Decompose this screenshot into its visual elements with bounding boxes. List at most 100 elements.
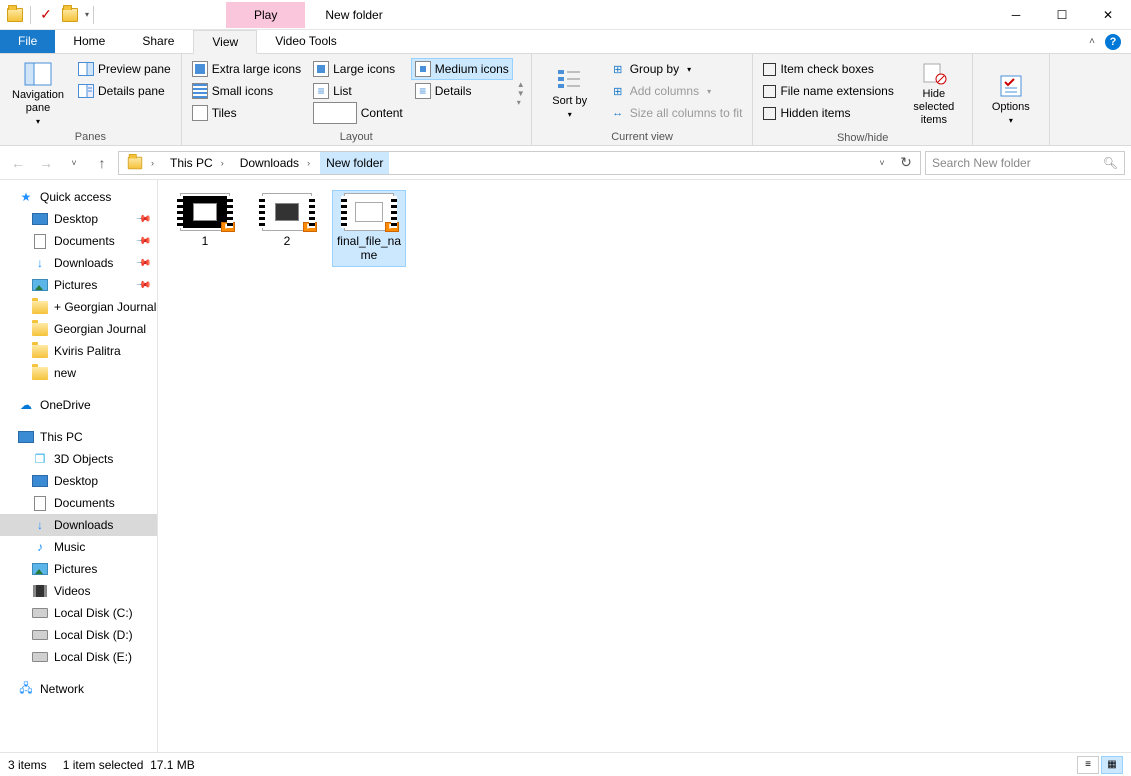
group-by-button[interactable]: ⊞Group by▾ (606, 58, 747, 80)
tree-local-disk-d[interactable]: Local Disk (D:) (0, 624, 157, 646)
tree-documents[interactable]: Documents📌 (0, 230, 157, 252)
tree-network[interactable]: 🖧Network (0, 678, 157, 700)
layout-medium-icons[interactable]: Medium icons (411, 58, 513, 80)
file-label: 2 (284, 234, 291, 248)
qat-dropdown-icon[interactable]: ▾ (85, 10, 89, 19)
back-button[interactable]: ← (6, 151, 30, 175)
tree-local-disk-e[interactable]: Local Disk (E:) (0, 646, 157, 668)
tree-this-pc[interactable]: This PC (0, 426, 157, 448)
layout-list[interactable]: List (309, 80, 407, 102)
layout-tiles[interactable]: Tiles (188, 102, 305, 124)
tree-local-disk-c[interactable]: Local Disk (C:) (0, 602, 157, 624)
ribbon-group-layout: Extra large icons Small icons Tiles Larg… (182, 54, 532, 145)
tree-quick-access[interactable]: ★Quick access (0, 186, 157, 208)
context-tab-play[interactable]: Play (226, 2, 305, 28)
tree-desktop-pc[interactable]: Desktop (0, 470, 157, 492)
tree-georgian-journal-plus[interactable]: + Georgian Journal (0, 296, 157, 318)
layout-small-icons[interactable]: Small icons (188, 80, 305, 102)
tree-music[interactable]: ♪Music (0, 536, 157, 558)
breadcrumb-new-folder[interactable]: New folder (320, 152, 389, 174)
file-item-final[interactable]: ▶ final_file_name (332, 190, 406, 267)
ribbon-group-show-hide: Item check boxes File name extensions Hi… (753, 54, 972, 145)
qat-properties-icon[interactable]: ✓ (35, 4, 57, 26)
view-details-toggle[interactable]: ≡ (1077, 756, 1099, 774)
navigation-pane-label: Navigation pane (8, 89, 68, 115)
tree-documents-pc[interactable]: Documents (0, 492, 157, 514)
ribbon-group-current-view: Sort by▾ ⊞Group by▾ ⊞Add columns▾ ↔Size … (532, 54, 754, 145)
layout-group-label: Layout (188, 129, 525, 143)
view-icons-toggle[interactable]: ▦ (1101, 756, 1123, 774)
search-input[interactable]: Search New folder 🔍︎ (925, 151, 1125, 175)
layout-more-icon[interactable]: ▾ (517, 98, 525, 107)
window-title: New folder (325, 8, 382, 22)
breadcrumb-root[interactable]: › (121, 152, 164, 174)
video-thumbnail-icon: ▶ (263, 194, 311, 230)
pin-icon: 📌 (134, 255, 151, 272)
current-view-group-label: Current view (538, 129, 747, 143)
tree-videos[interactable]: Videos (0, 580, 157, 602)
tree-georgian-journal[interactable]: Georgian Journal (0, 318, 157, 340)
maximize-button[interactable]: ☐ (1039, 0, 1085, 30)
tree-onedrive[interactable]: ☁OneDrive (0, 394, 157, 416)
help-icon[interactable]: ? (1105, 34, 1121, 50)
preview-pane-button[interactable]: Preview pane (74, 58, 175, 80)
up-button[interactable]: ↑ (90, 151, 114, 175)
hidden-items-toggle[interactable]: Hidden items (759, 102, 897, 124)
body: ★Quick access Desktop📌 Documents📌 ↓Downl… (0, 180, 1131, 752)
file-item-1[interactable]: ▶ 1 (168, 190, 242, 267)
status-item-count: 3 items (8, 758, 47, 772)
size-columns-button[interactable]: ↔Size all columns to fit (606, 102, 747, 124)
recent-locations-icon[interactable]: ˅ (62, 151, 86, 175)
ribbon-group-options: Options▾ (973, 54, 1050, 145)
tree-desktop[interactable]: Desktop📌 (0, 208, 157, 230)
app-icon[interactable] (4, 4, 26, 26)
qat-new-folder-icon[interactable] (59, 4, 81, 26)
tab-view[interactable]: View (193, 30, 257, 54)
tree-downloads-qa[interactable]: ↓Downloads📌 (0, 252, 157, 274)
video-thumbnail-icon: ▶ (345, 194, 393, 230)
refresh-icon[interactable]: ↻ (894, 151, 918, 175)
breadcrumb-this-pc[interactable]: This PC› (164, 152, 234, 174)
tab-file[interactable]: File (0, 30, 55, 53)
hide-selected-items-button[interactable]: Hide selected items (902, 58, 966, 130)
tree-pictures-pc[interactable]: Pictures (0, 558, 157, 580)
tree-new[interactable]: new (0, 362, 157, 384)
layout-scroll-up-icon[interactable]: ▲ (517, 80, 525, 89)
minimize-button[interactable]: ─ (993, 0, 1039, 30)
forward-button[interactable]: → (34, 151, 58, 175)
address-history-icon[interactable]: ˅ (870, 151, 894, 175)
details-pane-button[interactable]: Details pane (74, 80, 175, 102)
file-item-2[interactable]: ▶ 2 (250, 190, 324, 267)
file-name-extensions-toggle[interactable]: File name extensions (759, 80, 897, 102)
ribbon: Navigation pane▾ Preview pane Details pa… (0, 54, 1131, 146)
status-bar: 3 items 1 item selected 17.1 MB ≡ ▦ (0, 752, 1131, 776)
tree-pictures[interactable]: Pictures📌 (0, 274, 157, 296)
video-thumbnail-icon: ▶ (181, 194, 229, 230)
layout-content[interactable]: Content (309, 102, 407, 124)
breadcrumb-downloads[interactable]: Downloads› (234, 152, 320, 174)
add-columns-button[interactable]: ⊞Add columns▾ (606, 80, 747, 102)
navigation-tree[interactable]: ★Quick access Desktop📌 Documents📌 ↓Downl… (0, 180, 158, 752)
layout-scroll-down-icon[interactable]: ▼ (517, 89, 525, 98)
tree-3d-objects[interactable]: ❒3D Objects (0, 448, 157, 470)
item-check-boxes-toggle[interactable]: Item check boxes (759, 58, 897, 80)
file-list[interactable]: ▶ 1 ▶ 2 ▶ final_file_name (158, 180, 1131, 752)
layout-details[interactable]: Details (411, 80, 513, 102)
close-button[interactable]: ✕ (1085, 0, 1131, 30)
tab-video-tools[interactable]: Video Tools (257, 30, 356, 53)
search-placeholder: Search New folder (932, 156, 1031, 170)
sort-by-button[interactable]: Sort by▾ (538, 58, 602, 129)
navigation-pane-button[interactable]: Navigation pane▾ (6, 58, 70, 129)
options-button[interactable]: Options▾ (979, 58, 1043, 141)
navigation-bar: ← → ˅ ↑ › This PC› Downloads› New folder… (0, 146, 1131, 180)
tree-downloads-pc[interactable]: ↓Downloads (0, 514, 157, 536)
pin-icon: 📌 (134, 233, 151, 250)
ribbon-group-panes: Navigation pane▾ Preview pane Details pa… (0, 54, 182, 145)
layout-large-icons[interactable]: Large icons (309, 58, 407, 80)
layout-extra-large-icons[interactable]: Extra large icons (188, 58, 305, 80)
address-bar[interactable]: › This PC› Downloads› New folder ˅ ↻ (118, 151, 921, 175)
collapse-ribbon-icon[interactable]: ˄ (1089, 36, 1095, 47)
tree-kviris-palitra[interactable]: Kviris Palitra (0, 340, 157, 362)
tab-share[interactable]: Share (124, 30, 193, 53)
tab-home[interactable]: Home (55, 30, 124, 53)
